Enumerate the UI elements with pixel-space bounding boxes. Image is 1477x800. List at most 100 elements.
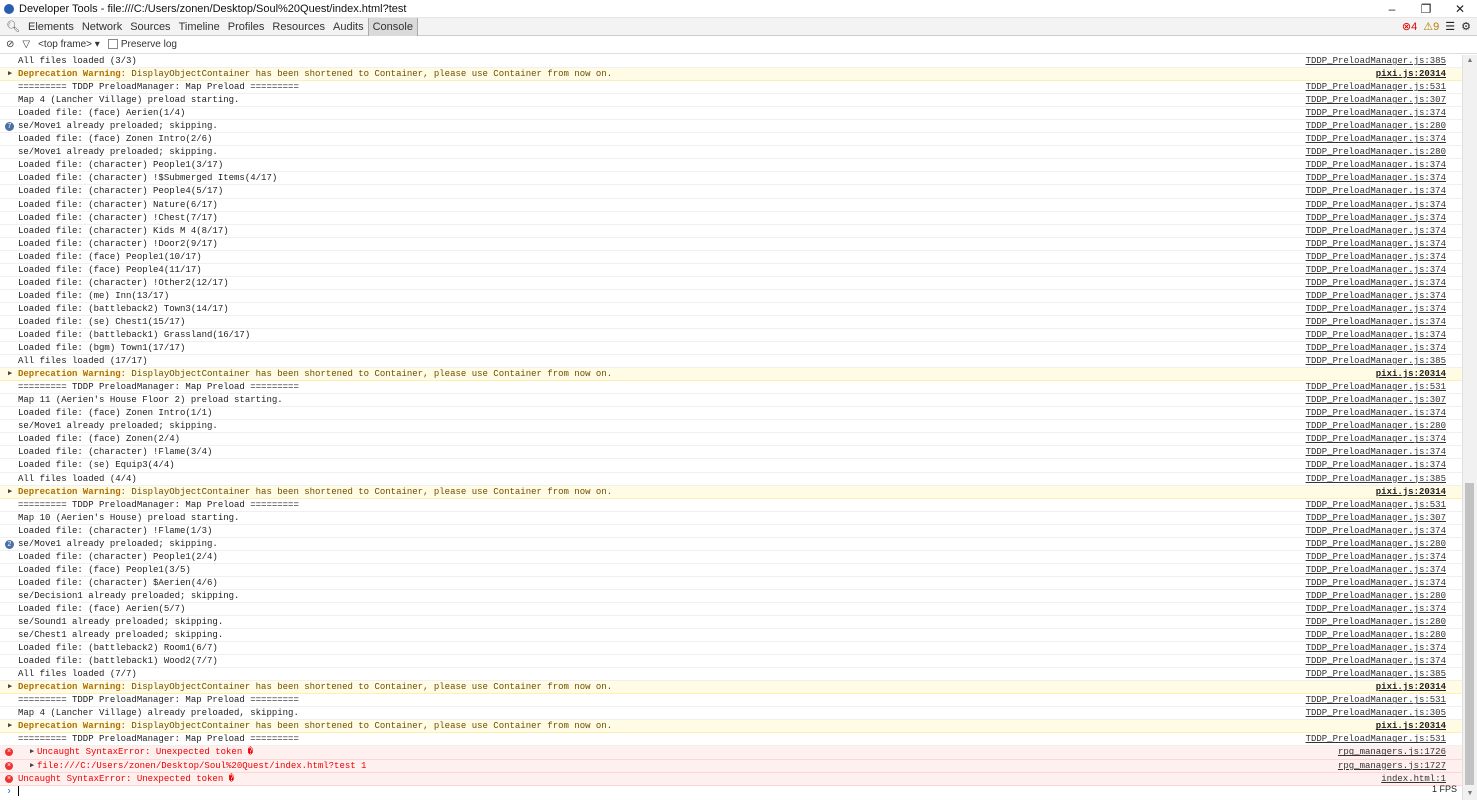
source-link[interactable]: TDDP_PreloadManager.js:531 (1306, 733, 1446, 746)
source-link[interactable]: TDDP_PreloadManager.js:374 (1306, 407, 1446, 420)
window-controls: – ❐ ✕ (1375, 2, 1477, 16)
source-link[interactable]: pixi.js:20314 (1376, 368, 1446, 381)
source-link[interactable]: TDDP_PreloadManager.js:374 (1306, 459, 1446, 472)
warning-count[interactable]: ⚠9 (1423, 20, 1439, 33)
console-message: Loaded file: (se) Chest1(15/17) (18, 316, 185, 329)
source-link[interactable]: pixi.js:20314 (1376, 68, 1446, 81)
preserve-log-checkbox[interactable]: Preserve log (107, 39, 177, 50)
source-link[interactable]: TDDP_PreloadManager.js:385 (1306, 355, 1446, 368)
expand-triangle-icon[interactable]: ▶ (8, 68, 12, 81)
tab-resources[interactable]: Resources (268, 18, 329, 36)
source-link[interactable]: TDDP_PreloadManager.js:280 (1306, 146, 1446, 159)
source-link[interactable]: TDDP_PreloadManager.js:374 (1306, 264, 1446, 277)
expand-triangle-icon[interactable]: ▶ (8, 368, 12, 381)
source-link[interactable]: TDDP_PreloadManager.js:280 (1306, 538, 1446, 551)
source-link[interactable]: TDDP_PreloadManager.js:305 (1306, 707, 1446, 720)
filter-icon[interactable]: ▽ (22, 39, 30, 50)
source-link[interactable]: TDDP_PreloadManager.js:385 (1306, 668, 1446, 681)
source-link[interactable]: TDDP_PreloadManager.js:531 (1306, 694, 1446, 707)
expand-triangle-icon[interactable]: ▶ (8, 486, 12, 499)
source-link[interactable]: TDDP_PreloadManager.js:374 (1306, 564, 1446, 577)
console-message-text: se/Move1 already preloaded; skipping. (18, 421, 218, 432)
source-link[interactable]: TDDP_PreloadManager.js:280 (1306, 120, 1446, 133)
source-link[interactable]: TDDP_PreloadManager.js:374 (1306, 316, 1446, 329)
source-link[interactable]: rpg_managers.js:1727 (1338, 760, 1446, 773)
source-link[interactable]: TDDP_PreloadManager.js:307 (1306, 512, 1446, 525)
source-link[interactable]: TDDP_PreloadManager.js:385 (1306, 55, 1446, 68)
console-prompt[interactable]: › (6, 786, 20, 798)
tab-console[interactable]: Console (367, 17, 418, 36)
source-link[interactable]: TDDP_PreloadManager.js:374 (1306, 225, 1446, 238)
source-link[interactable]: TDDP_PreloadManager.js:374 (1306, 172, 1446, 185)
clear-console-icon[interactable]: ⊘ (6, 39, 14, 50)
checkbox-box[interactable] (107, 39, 118, 50)
source-link[interactable]: TDDP_PreloadManager.js:531 (1306, 81, 1446, 94)
console-message: Map 11 (Aerien's House Floor 2) preload … (18, 394, 283, 407)
source-link[interactable]: TDDP_PreloadManager.js:374 (1306, 342, 1446, 355)
tab-timeline[interactable]: Timeline (175, 18, 224, 36)
source-link[interactable]: TDDP_PreloadManager.js:374 (1306, 290, 1446, 303)
source-link[interactable]: TDDP_PreloadManager.js:374 (1306, 251, 1446, 264)
console-log-row: ========= TDDP PreloadManager: Map Prelo… (0, 381, 1462, 395)
console-message-text: Loaded file: (character) !Door2(9/17) (18, 238, 218, 249)
console-log-row: Loaded file: (character) Nature(6/17) TDD… (0, 199, 1462, 212)
close-button[interactable]: ✕ (1443, 2, 1477, 16)
source-link[interactable]: TDDP_PreloadManager.js:280 (1306, 629, 1446, 642)
source-link[interactable]: TDDP_PreloadManager.js:374 (1306, 603, 1446, 616)
source-link[interactable]: TDDP_PreloadManager.js:374 (1306, 185, 1446, 198)
console-log-row: Loaded file: (me) Inn(13/17) TDDP_Preload… (0, 290, 1462, 303)
source-link[interactable]: TDDP_PreloadManager.js:374 (1306, 642, 1446, 655)
tab-audits[interactable]: Audits (329, 18, 368, 36)
fps-meter: 1 FPS (1431, 784, 1457, 794)
console-message: Loaded file: (face) Aerien(1/4) (18, 107, 185, 120)
source-link[interactable]: TDDP_PreloadManager.js:385 (1306, 473, 1446, 486)
source-link[interactable]: TDDP_PreloadManager.js:280 (1306, 590, 1446, 603)
source-link[interactable]: TDDP_PreloadManager.js:374 (1306, 329, 1446, 342)
source-link[interactable]: TDDP_PreloadManager.js:374 (1306, 655, 1446, 668)
source-link[interactable]: TDDP_PreloadManager.js:374 (1306, 107, 1446, 120)
source-link[interactable]: TDDP_PreloadManager.js:374 (1306, 212, 1446, 225)
source-link[interactable]: TDDP_PreloadManager.js:374 (1306, 525, 1446, 538)
source-link[interactable]: TDDP_PreloadManager.js:374 (1306, 446, 1446, 459)
source-link[interactable]: TDDP_PreloadManager.js:374 (1306, 433, 1446, 446)
source-link[interactable]: TDDP_PreloadManager.js:531 (1306, 499, 1446, 512)
console-drawer-icon[interactable]: ☰ (1445, 20, 1455, 33)
source-link[interactable]: pixi.js:20314 (1376, 486, 1446, 499)
source-link[interactable]: TDDP_PreloadManager.js:280 (1306, 616, 1446, 629)
source-link[interactable]: TDDP_PreloadManager.js:374 (1306, 199, 1446, 212)
source-link[interactable]: rpg_managers.js:1726 (1338, 746, 1446, 759)
restore-button[interactable]: ❐ (1409, 2, 1443, 16)
scroll-down-arrow-icon[interactable]: ▼ (1463, 788, 1477, 800)
expand-triangle-icon[interactable]: ▶ (8, 681, 12, 694)
tab-elements[interactable]: Elements (24, 18, 78, 36)
source-link[interactable]: TDDP_PreloadManager.js:374 (1306, 577, 1446, 590)
minimize-button[interactable]: – (1375, 2, 1409, 16)
source-link[interactable]: TDDP_PreloadManager.js:374 (1306, 551, 1446, 564)
tab-network[interactable]: Network (78, 18, 126, 36)
source-link[interactable]: TDDP_PreloadManager.js:307 (1306, 94, 1446, 107)
console-scrollbar[interactable]: ▲ ▼ (1462, 55, 1477, 800)
source-link[interactable]: TDDP_PreloadManager.js:374 (1306, 159, 1446, 172)
source-link[interactable]: TDDP_PreloadManager.js:374 (1306, 277, 1446, 290)
source-link[interactable]: TDDP_PreloadManager.js:374 (1306, 133, 1446, 146)
console-message-text: se/Move1 already preloaded; skipping. (18, 538, 218, 549)
error-count[interactable]: ⊗4 (1402, 20, 1417, 33)
source-link[interactable]: TDDP_PreloadManager.js:307 (1306, 394, 1446, 407)
tab-profiles[interactable]: Profiles (224, 18, 269, 36)
inspect-search-icon[interactable]: 🔍︎ (6, 20, 20, 33)
scroll-up-arrow-icon[interactable]: ▲ (1463, 55, 1477, 67)
scrollbar-thumb[interactable] (1465, 483, 1474, 785)
console-message: Loaded file: (face) People1(10/17) (18, 251, 202, 264)
tab-sources[interactable]: Sources (126, 18, 174, 36)
source-link[interactable]: TDDP_PreloadManager.js:531 (1306, 381, 1446, 394)
frame-selector[interactable]: <top frame> ▾ (38, 39, 100, 50)
source-link[interactable]: TDDP_PreloadManager.js:374 (1306, 238, 1446, 251)
source-link[interactable]: pixi.js:20314 (1376, 720, 1446, 733)
settings-gear-icon[interactable]: ⚙ (1461, 20, 1471, 33)
source-link[interactable]: TDDP_PreloadManager.js:374 (1306, 303, 1446, 316)
source-link[interactable]: TDDP_PreloadManager.js:280 (1306, 420, 1446, 433)
expand-triangle-icon[interactable]: ▶ (8, 720, 12, 733)
expand-triangle-icon[interactable]: ▶ (30, 746, 34, 759)
expand-triangle-icon[interactable]: ▶ (30, 760, 34, 773)
source-link[interactable]: pixi.js:20314 (1376, 681, 1446, 694)
